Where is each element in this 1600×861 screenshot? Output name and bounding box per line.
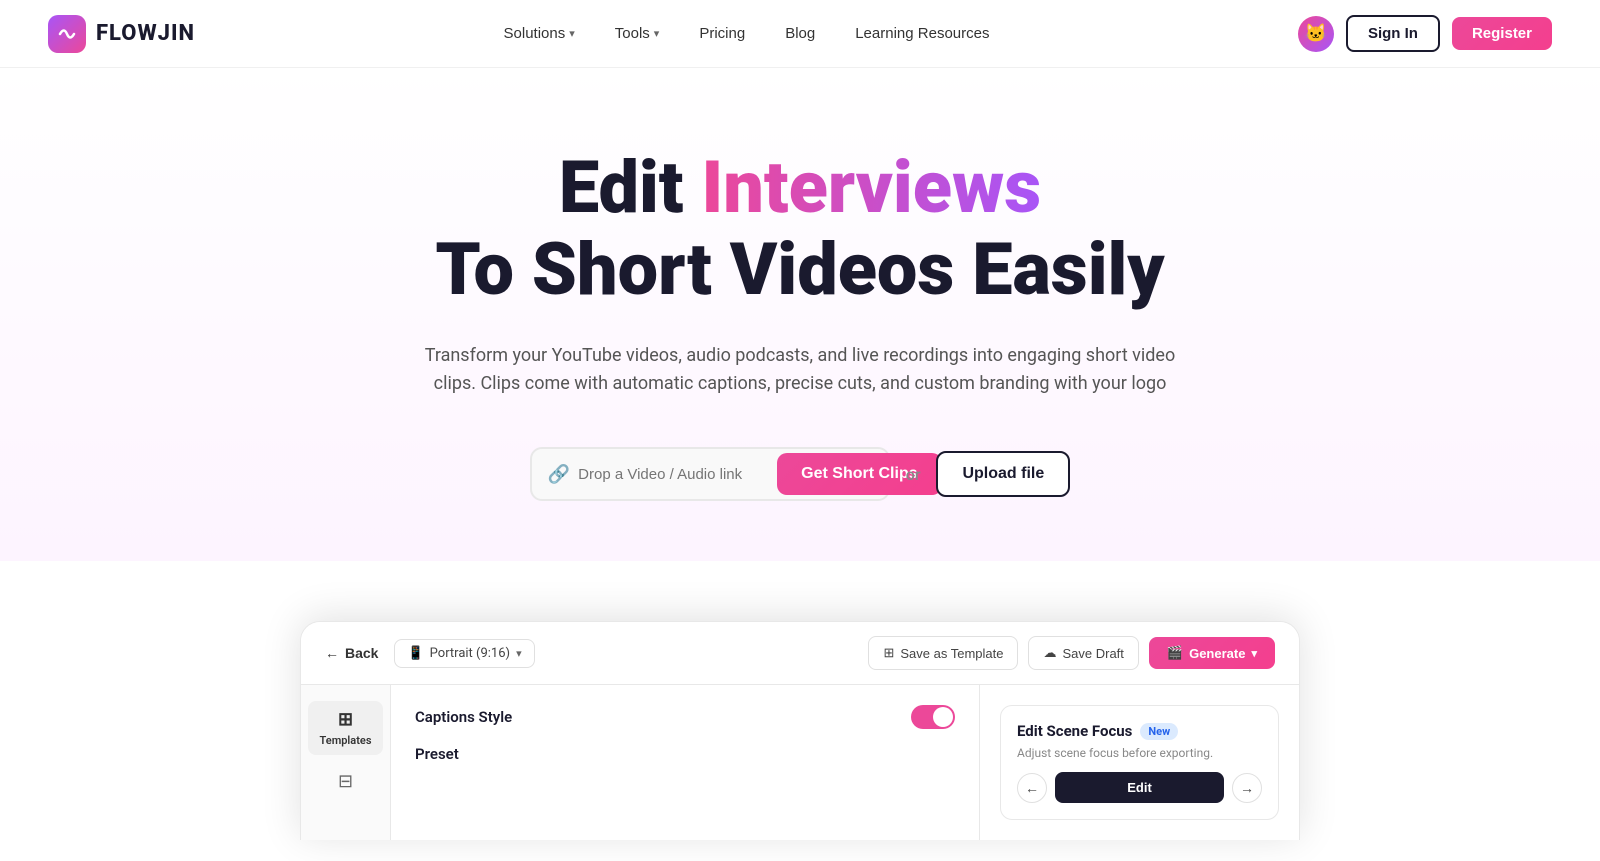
link-icon: 🔗 [548, 464, 570, 485]
video-link-input-wrapper: 🔗 Get Short Clips [530, 447, 890, 501]
nav-links: Solutions ▾ Tools ▾ Pricing Blog Learnin… [488, 17, 1006, 50]
logo[interactable]: FLOWJIN [48, 15, 195, 53]
navbar: FLOWJIN Solutions ▾ Tools ▾ Pricing Blog… [0, 0, 1600, 68]
nav-blog[interactable]: Blog [769, 17, 831, 50]
upload-file-button[interactable]: Upload file [936, 451, 1070, 497]
logo-icon [48, 15, 86, 53]
new-badge: New [1140, 723, 1178, 740]
template-icon: ⊞ [883, 645, 894, 661]
signin-button[interactable]: Sign In [1346, 15, 1440, 52]
preset-row: Preset [415, 745, 955, 763]
sidebar-item-list[interactable]: ⊟ [326, 763, 365, 800]
register-button[interactable]: Register [1452, 17, 1552, 50]
edit-scene-card: Edit Scene Focus New Adjust scene focus … [1000, 705, 1279, 820]
preview-card: ← Back 📱 Portrait (9:16) ▾ ⊞ Save as Tem… [300, 621, 1300, 840]
preview-section: ← Back 📱 Portrait (9:16) ▾ ⊞ Save as Tem… [0, 621, 1600, 840]
hero-title: Edit Interviews To Short Videos Easily [435, 148, 1164, 342]
preview-toolbar: ← Back 📱 Portrait (9:16) ▾ ⊞ Save as Tem… [301, 622, 1299, 685]
phone-icon: 📱 [407, 646, 423, 661]
logo-text: FLOWJIN [96, 21, 195, 46]
back-button[interactable]: ← Back [325, 645, 378, 661]
save-draft-button[interactable]: ☁ Save Draft [1028, 636, 1138, 670]
prev-arrow-button[interactable]: ← [1017, 773, 1047, 803]
preview-right-panel: Edit Scene Focus New Adjust scene focus … [979, 685, 1299, 840]
video-link-input[interactable] [578, 456, 777, 493]
preview-body: ⊞ Templates ⊟ Captions Style Preset [301, 685, 1299, 840]
captions-toggle[interactable] [911, 705, 955, 729]
cta-row: 🔗 Get Short Clips or Upload file [530, 447, 1071, 501]
chevron-down-icon: ▾ [569, 27, 575, 40]
sidebar-item-templates[interactable]: ⊞ Templates [308, 701, 384, 755]
save-as-template-button[interactable]: ⊞ Save as Template [868, 636, 1018, 670]
video-icon: 🎬 [1167, 645, 1183, 661]
portrait-selector[interactable]: 📱 Portrait (9:16) ▾ [394, 639, 534, 668]
back-arrow-icon: ← [325, 645, 339, 661]
hero-section: Edit Interviews To Short Videos Easily T… [0, 68, 1600, 561]
next-arrow-button[interactable]: → [1232, 773, 1262, 803]
chevron-down-icon: ▾ [516, 647, 522, 660]
cloud-icon: ☁ [1043, 645, 1056, 661]
hero-subtitle: Transform your YouTube videos, audio pod… [420, 342, 1180, 400]
nav-pricing[interactable]: Pricing [683, 17, 761, 50]
preview-main-content: Captions Style Preset [391, 685, 979, 840]
avatar[interactable]: 🐱 [1298, 16, 1334, 52]
generate-button[interactable]: 🎬 Generate ▾ [1149, 637, 1275, 669]
captions-row: Captions Style [415, 705, 955, 729]
nav-solutions[interactable]: Solutions ▾ [488, 17, 591, 50]
chevron-down-icon: ▾ [654, 27, 660, 40]
nav-tools[interactable]: Tools ▾ [599, 17, 676, 50]
preview-sidebar: ⊞ Templates ⊟ [301, 685, 391, 840]
nav-learning-resources[interactable]: Learning Resources [839, 17, 1005, 50]
list-icon: ⊟ [338, 771, 353, 792]
cta-or-label: or [906, 465, 921, 484]
templates-icon: ⊞ [338, 709, 353, 730]
chevron-down-icon: ▾ [1251, 647, 1257, 660]
nav-actions: 🐱 Sign In Register [1298, 15, 1552, 52]
edit-scene-button[interactable]: Edit [1055, 772, 1224, 803]
